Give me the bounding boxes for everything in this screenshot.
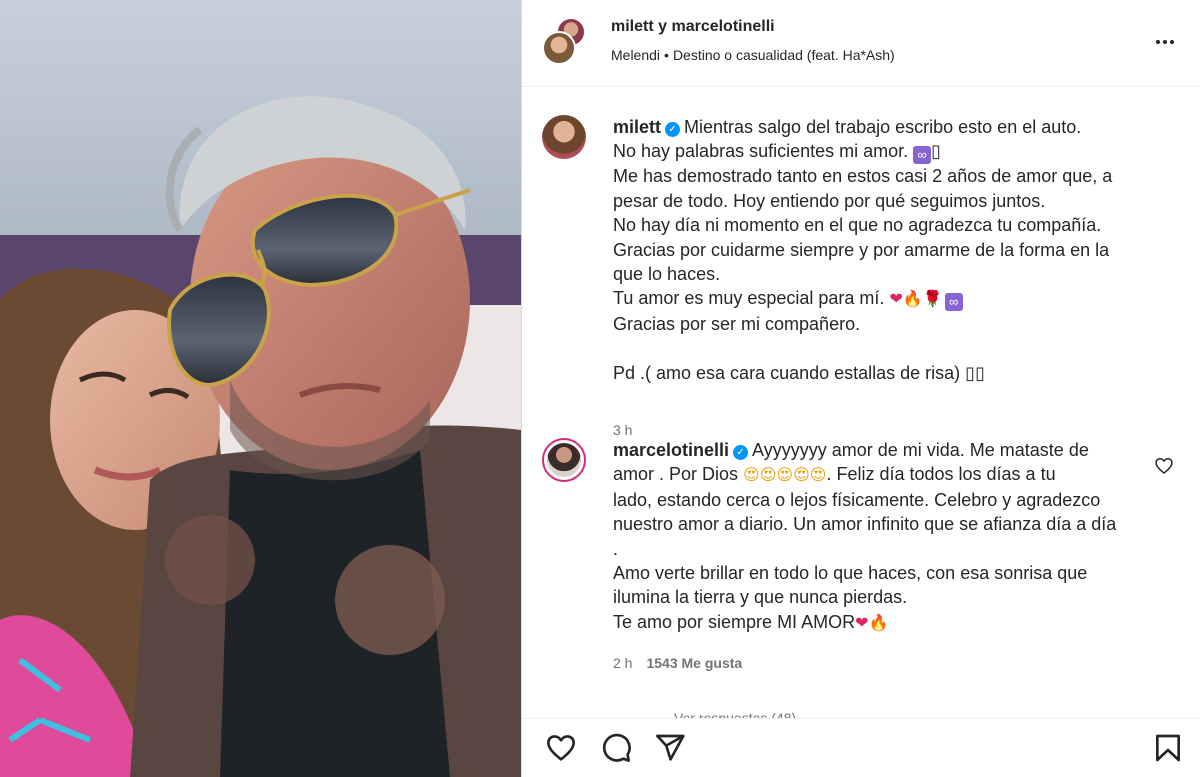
infinity-emoji-icon: ∞ [944, 293, 963, 312]
selfie-image [0, 0, 521, 777]
emoji-group: ❤🔥 [855, 612, 889, 632]
caption-line: Mientras salgo del trabajo escribo esto … [684, 117, 1082, 137]
view-replies-link[interactable]: Ver respuestas (48) [674, 705, 796, 718]
bookmark-icon [1156, 734, 1180, 762]
caption-line: Me has demostrado tanto en estos casi 2 … [613, 166, 1113, 187]
caption-line: Gracias por ser mi compañero. [613, 313, 861, 334]
like-button[interactable] [544, 731, 578, 765]
verified-badge-icon: ✓ [665, 122, 681, 137]
comment-likes[interactable]: 1543 Me gusta [646, 655, 742, 671]
comment-line: Amo verte brillar en todo lo que haces, … [613, 563, 1088, 584]
comment-username[interactable]: marcelotinelli [613, 440, 729, 460]
collab-avatars[interactable] [542, 17, 588, 67]
comment-username[interactable]: milett [613, 117, 661, 137]
comment-line: Ayyyyyyy amor de mi vida. Me mataste de [752, 440, 1089, 460]
comment-text: marcelotinelli ✓ Ayyyyyyy amor de mi vida.… [613, 438, 1173, 635]
heart-icon [547, 735, 575, 761]
comment-line: . [613, 538, 619, 559]
caption-line: Pd .( amo esa cara cuando estallas de ri… [613, 362, 985, 383]
more-dots-icon [1163, 40, 1167, 44]
comment-meta: 2 h 1543 Me gusta [613, 655, 742, 671]
comment-item: marcelotinelli ✓ Ayyyyyyy amor de mi vida.… [542, 438, 1182, 678]
comment-meta: 3 h [613, 422, 632, 438]
separator: • [664, 47, 669, 63]
caption-line: No hay palabras suficientes mi amor. [613, 141, 914, 162]
comment-line: . Feliz día todos los días a tu [826, 464, 1056, 485]
caption-line: Tu amor es muy especial para mí. [613, 288, 890, 309]
comment-line: nuestro amor a diario. Un amor infinito … [613, 514, 1117, 535]
caption-comment: milett ✓ Mientras salgo del trabajo escrib… [542, 115, 1182, 438]
comment-line: amor . Por Dios [613, 464, 744, 485]
comment-time[interactable]: 2 h [613, 655, 632, 671]
action-bar [522, 718, 1200, 777]
comment-line: ilumina la tierra y que nunca pierdas. [613, 587, 908, 608]
caption-line: que lo haces. [613, 264, 721, 285]
caption-line: Gracias por cuidarme siempre y por amarm… [613, 239, 1110, 260]
post-photo[interactable] [0, 0, 521, 777]
like-comment-heart-icon[interactable] [1154, 456, 1174, 476]
share-icon [656, 734, 685, 761]
save-button[interactable] [1151, 731, 1185, 765]
avatar[interactable] [542, 115, 586, 159]
audio-attribution: Melendi • Destino o casualidad (feat. Ha*A… [611, 47, 895, 63]
infinity-emoji-icon: ∞ [913, 146, 932, 165]
more-dots-icon [1170, 40, 1174, 44]
more-options-button[interactable] [1151, 30, 1179, 54]
share-button[interactable] [653, 731, 687, 765]
more-dots-icon [1156, 40, 1160, 44]
emoji-group: 😍😍😍😍😍 [743, 465, 827, 485]
verified-badge-icon: ✓ [733, 445, 749, 460]
caption-text: milett ✓ Mientras salgo del trabajo escrib… [613, 115, 1173, 385]
caption-line: pesar de todo. Hoy entiendo por qué segu… [613, 190, 1046, 211]
avatar[interactable] [542, 438, 586, 482]
comment-time[interactable]: 3 h [613, 422, 632, 438]
caption-line: ▯ [931, 141, 942, 162]
comment-button[interactable] [599, 731, 633, 765]
post-authors[interactable]: milett y marcelotinelli [611, 18, 775, 36]
caption-line [613, 336, 1173, 360]
audio-song[interactable]: Destino o casualidad (feat. Ha*Ash) [673, 47, 895, 63]
avatar [542, 31, 576, 65]
emoji-group: ❤🔥🌹 [889, 289, 943, 309]
post-side-panel: milett y marcelotinelli Melendi • Destino … [521, 0, 1200, 777]
comments-list[interactable]: milett ✓ Mientras salgo del trabajo escrib… [522, 88, 1200, 718]
caption-line: No hay día ni momento en el que no agrad… [613, 215, 1102, 236]
comment-line: lado, estando cerca o lejos físicamente.… [613, 489, 1101, 510]
comment-icon [602, 733, 631, 762]
comment-line: Te amo por siempre MI AMOR [613, 611, 856, 632]
audio-artist[interactable]: Melendi [611, 47, 660, 63]
post-header: milett y marcelotinelli Melendi • Destino … [522, 0, 1200, 87]
